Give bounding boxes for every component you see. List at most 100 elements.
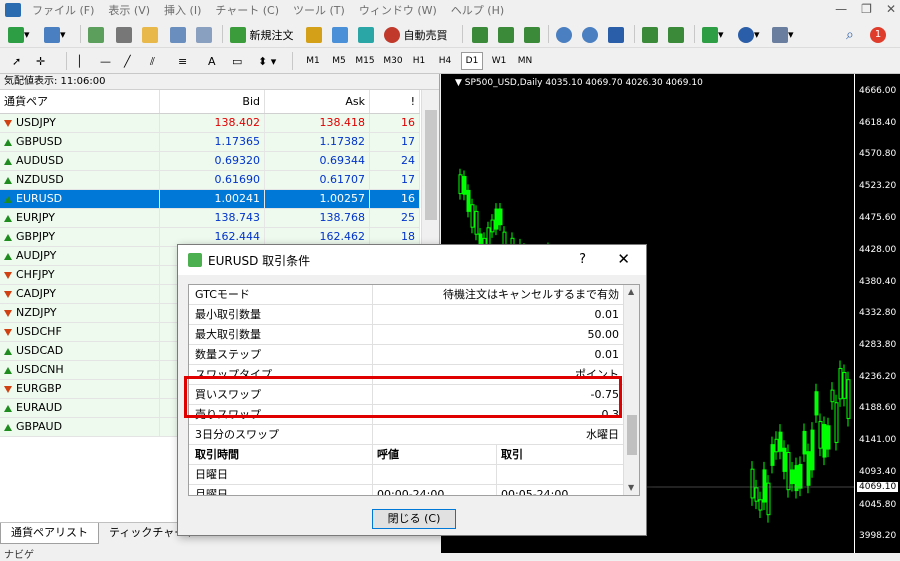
menu-insert[interactable]: 挿入 (I)	[157, 2, 208, 18]
header-ask[interactable]: Ask	[265, 90, 370, 113]
profiles-button[interactable]: ▾	[44, 25, 66, 44]
crosshair-button[interactable]: ✛	[36, 52, 45, 71]
menu-tools[interactable]: ツール (T)	[286, 2, 352, 18]
table-row[interactable]: NZDUSD 0.61690 0.61707 17	[0, 171, 420, 190]
chart-shift-button[interactable]	[668, 25, 684, 44]
symbol-name: USDCAD	[16, 344, 64, 357]
symbol-cell: USDCAD	[0, 342, 160, 360]
arrows-button[interactable]: ⬍ ▾	[258, 52, 276, 71]
timeframe-m5[interactable]: M5	[328, 52, 350, 70]
help-icon[interactable]: ?	[579, 252, 586, 267]
notifications-button[interactable]: 1	[870, 25, 886, 44]
spec-scrollbar[interactable]: ▲ ▼	[623, 285, 639, 495]
price-tick-label: 4236.20	[859, 372, 897, 382]
horizontal-line-button[interactable]: —	[100, 52, 111, 71]
timeframe-m15[interactable]: M15	[354, 52, 376, 70]
session-row: 日曜日	[189, 465, 625, 485]
scrollbar-thumb[interactable]	[425, 110, 437, 220]
table-row[interactable]: GBPUSD 1.17365 1.17382 17	[0, 133, 420, 152]
timeframe-d1[interactable]: D1	[461, 52, 483, 70]
templates-button[interactable]: ▾	[772, 25, 794, 44]
minimize-icon[interactable]: —	[835, 2, 847, 16]
new-order-button[interactable]: 新規注文	[230, 25, 294, 44]
timeframe-h4[interactable]: H4	[434, 52, 456, 70]
timeframe-m1[interactable]: M1	[302, 52, 324, 70]
zoom-in-button[interactable]	[556, 25, 572, 44]
terminal-button[interactable]	[170, 25, 186, 44]
timeframe-mn[interactable]: MN	[514, 52, 536, 70]
arrow-down-icon	[4, 328, 12, 336]
candlestick-button[interactable]	[498, 25, 514, 44]
menu-window[interactable]: ウィンドウ (W)	[352, 2, 444, 18]
notification-badge: 1	[870, 26, 886, 43]
market-watch-button[interactable]	[88, 25, 104, 44]
crosshair-tool-icon: ✛	[36, 55, 46, 68]
metaeditor-button[interactable]	[306, 25, 322, 44]
price-tick-label: 4428.00	[859, 245, 897, 255]
zoom-out-button[interactable]	[582, 25, 598, 44]
navigator-label: ナビゲ	[4, 550, 34, 561]
bar-chart-button[interactable]	[472, 25, 488, 44]
signals-button[interactable]	[332, 25, 348, 44]
fibonacci-button[interactable]: ≡	[178, 52, 187, 71]
scroll-down-icon[interactable]: ▼	[628, 483, 634, 492]
line-chart-button[interactable]	[524, 25, 540, 44]
tab-symbols[interactable]: 通貨ペアリスト	[0, 523, 99, 544]
menu-view[interactable]: 表示 (V)	[101, 2, 157, 18]
text-label-button[interactable]: ▭	[232, 52, 242, 71]
timeframe-w1[interactable]: W1	[488, 52, 510, 70]
close-button[interactable]: 閉じる (C)	[372, 509, 456, 529]
autoscroll-button[interactable]	[642, 25, 658, 44]
symbol-cell: EURAUD	[0, 399, 160, 417]
table-row[interactable]: AUDUSD 0.69320 0.69344 24	[0, 152, 420, 171]
close-icon[interactable]: ✕	[617, 250, 630, 268]
fibonacci-icon: ≡	[178, 55, 188, 68]
auto-trading-button[interactable]: 自動売買	[384, 25, 448, 44]
trendline-button[interactable]: ╱	[124, 52, 131, 71]
arrow-down-icon	[4, 309, 12, 317]
arrow-down-icon	[4, 119, 12, 127]
symbol-name: USDJPY	[16, 116, 56, 129]
candle-body	[494, 208, 499, 230]
toolbar-separator	[694, 25, 695, 43]
navigator-button[interactable]	[142, 25, 158, 44]
session-row: 月曜日 00:00-24:00 00:05-24:00	[189, 485, 625, 495]
periods-button[interactable]: ▾	[738, 25, 760, 44]
cursor-button[interactable]: ➚	[12, 52, 21, 71]
header-symbol[interactable]: 通貨ペア	[0, 90, 160, 113]
candle-body	[802, 430, 807, 455]
table-row[interactable]: EURUSD 1.00241 1.00257 16	[0, 190, 420, 209]
menu-help[interactable]: ヘルプ (H)	[444, 2, 511, 18]
header-spread[interactable]: !	[370, 90, 420, 113]
candlestick-icon	[498, 26, 514, 43]
tile-windows-button[interactable]	[608, 25, 624, 44]
symbol-name: CHFJPY	[16, 268, 55, 281]
text-button[interactable]: A	[208, 52, 216, 71]
horizontal-line-icon: —	[100, 55, 111, 68]
market-button[interactable]	[358, 25, 374, 44]
timeframe-h1[interactable]: H1	[408, 52, 430, 70]
equidistant-channel-button[interactable]: ⫽	[150, 52, 155, 71]
symbol-name: USDCNH	[16, 363, 64, 376]
menu-chart[interactable]: チャート (C)	[208, 2, 286, 18]
indicators-button[interactable]: ▾	[702, 25, 724, 44]
data-window-button[interactable]	[116, 25, 132, 44]
toolbar-separator	[462, 25, 463, 43]
table-row[interactable]: USDJPY 138.402 138.418 16	[0, 114, 420, 133]
header-bid[interactable]: Bid	[160, 90, 265, 113]
table-row[interactable]: EURJPY 138.743 138.768 25	[0, 209, 420, 228]
vertical-line-button[interactable]: │	[76, 52, 83, 71]
tester-button[interactable]	[196, 25, 212, 44]
new-chart-button[interactable]: ▾	[8, 25, 30, 44]
spec-scroll-thumb[interactable]	[627, 415, 637, 455]
scroll-up-icon[interactable]: ▲	[628, 287, 634, 296]
price-tick-label: 4188.60	[859, 403, 897, 413]
restore-icon[interactable]: ❐	[861, 2, 872, 16]
search-button[interactable]: ⌕	[846, 25, 854, 44]
menu-file[interactable]: ファイル (F)	[25, 2, 101, 18]
close-window-icon[interactable]: ✕	[886, 2, 896, 16]
ask-cell: 0.69344	[265, 152, 370, 170]
toolbar-separator	[66, 52, 67, 70]
spec-row: 最小取引数量 0.01	[189, 305, 625, 325]
timeframe-m30[interactable]: M30	[382, 52, 404, 70]
